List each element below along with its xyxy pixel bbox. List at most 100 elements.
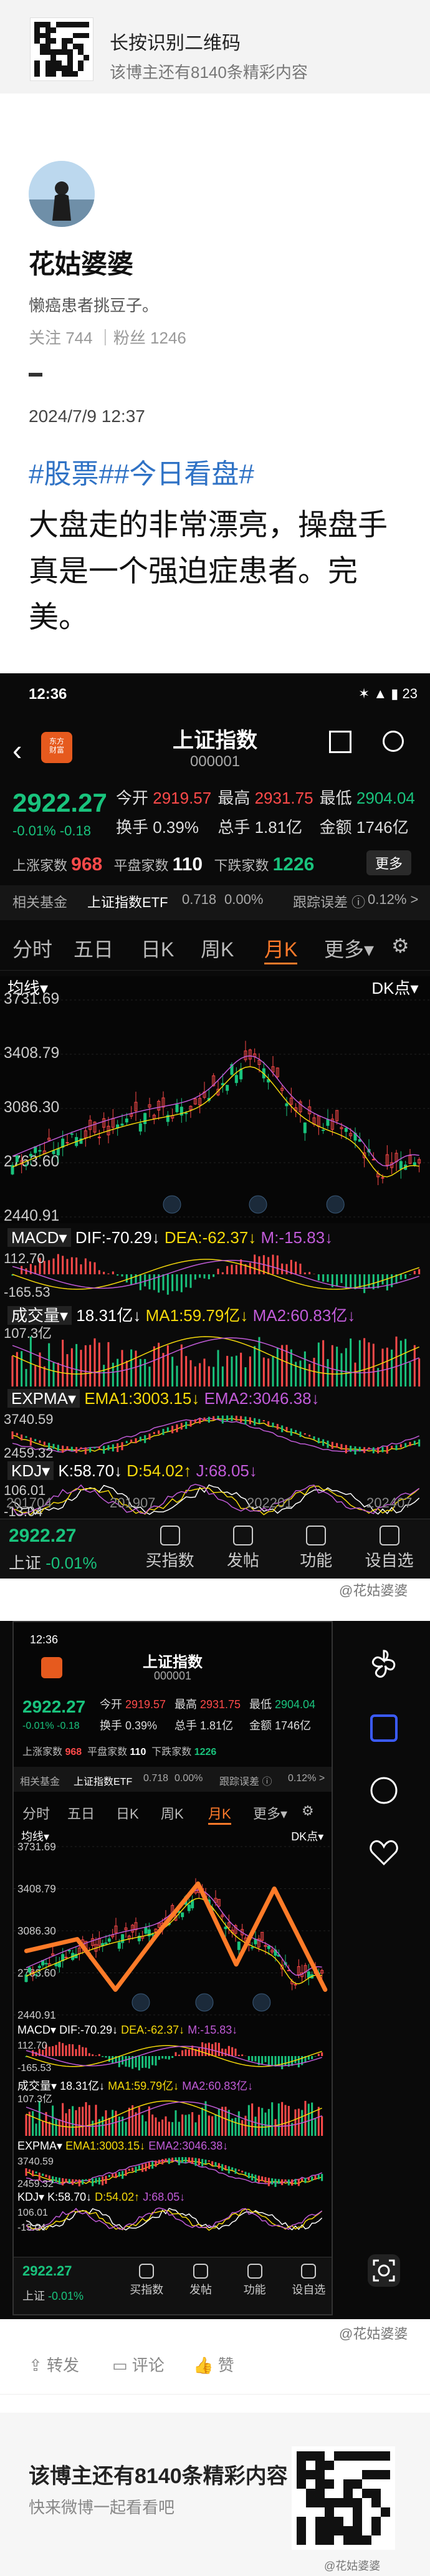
macd-bar (317, 1274, 320, 1281)
volume-bar (418, 1358, 421, 1387)
period-tab[interactable]: 日K (116, 1803, 139, 1823)
expma-candle (139, 1436, 141, 1442)
period-tab[interactable]: 周K (161, 1803, 184, 1823)
kline-chart[interactable]: 均线▾DK点▾3731.693408.793086.302763.602440.… (14, 1828, 332, 2021)
qr-module (84, 60, 89, 66)
nav-grid[interactable]: 功能 (288, 1526, 344, 1571)
candle-body (151, 1934, 155, 1936)
macd-bar (322, 1274, 325, 1282)
volume-bar (294, 2109, 297, 2136)
search-icon[interactable] (383, 731, 404, 752)
period-tab[interactable]: 五日 (74, 934, 113, 963)
qr-module (315, 2498, 325, 2507)
expma-candle (138, 2165, 140, 2170)
share-icon[interactable] (329, 731, 351, 753)
qr-code-large[interactable] (292, 2446, 395, 2550)
period-tab[interactable]: ⚙ (302, 1803, 314, 1819)
author-name[interactable]: 花姑婆婆 (29, 243, 133, 281)
expma-candle (331, 1441, 333, 1449)
period-tab[interactable]: 更多▾ (324, 934, 374, 963)
post-tags[interactable]: #股票##今日看盘# (29, 451, 254, 491)
macd-bar (125, 1274, 128, 1283)
expma-candle (148, 2162, 150, 2170)
expma-candle (178, 2157, 180, 2166)
volume-bar (178, 2122, 180, 2136)
macd-bar (277, 2056, 280, 2065)
like-button[interactable]: 👍 赞 (193, 2353, 234, 2376)
period-tab[interactable]: 周K (201, 934, 234, 963)
volume-bar (354, 1362, 356, 1387)
period-tab[interactable]: 日K (141, 934, 174, 963)
period-tab[interactable]: 月K (208, 1803, 231, 1825)
period-tab[interactable]: 分时 (12, 934, 52, 963)
macd-bar (235, 1264, 237, 1274)
expma-candle (55, 2177, 57, 2182)
period-tab[interactable]: 五日 (67, 1803, 95, 1823)
qr-module (62, 27, 67, 33)
square-icon[interactable] (364, 1708, 404, 1748)
stock-name: 上证指数 (173, 729, 257, 752)
expma-candle (161, 2159, 164, 2165)
circle-icon[interactable] (364, 1771, 404, 1810)
comment-label: 评论 (131, 2356, 165, 2375)
qr-module (67, 27, 73, 33)
related-fund-row[interactable]: 相关基金 上证指数ETF 0.718 0.00% 跟踪误差 ⓘ 0.12% > (14, 1767, 332, 1792)
volume-bar (189, 1360, 192, 1387)
qr-module (297, 2526, 306, 2535)
volume-bar (244, 1367, 247, 1387)
nav-plus-circle[interactable]: 设自选 (361, 1526, 418, 1571)
candle-body (413, 1162, 416, 1166)
volume-bar (327, 1359, 329, 1387)
expma-candle (231, 2167, 234, 2170)
nav-index[interactable]: 上证 -0.01% (9, 1550, 97, 1574)
qr-module (62, 60, 67, 66)
period-tab[interactable]: 分时 (22, 1803, 50, 1823)
nav-edit[interactable]: 发帖 (173, 2264, 229, 2297)
qr-module (343, 2489, 353, 2498)
screenshot-tool-icon[interactable] (364, 2251, 404, 2290)
volume-value: 18.31亿↓ (60, 2080, 105, 2092)
comment-button[interactable]: ▭ 评论 (112, 2353, 165, 2376)
repost-button[interactable]: ⇪ 转发 (29, 2353, 79, 2376)
flat-label: 平盘家数 (87, 1747, 128, 1757)
nav-edit[interactable]: 发帖 (215, 1526, 271, 1571)
candle-body (125, 1118, 128, 1123)
qr-code-small[interactable] (30, 17, 93, 81)
volume-bar (34, 1365, 37, 1387)
period-tab[interactable]: 月K (264, 934, 298, 964)
kline-marker (326, 1195, 345, 1214)
qr-module (297, 2489, 306, 2498)
period-tab[interactable]: ⚙ (391, 934, 409, 958)
flower-icon[interactable] (364, 1646, 404, 1686)
volume-bar (251, 2103, 254, 2136)
macd-bar (314, 2056, 317, 2057)
period-tab[interactable]: 更多▾ (253, 1803, 287, 1823)
index-change: -0.01% -0.18 (22, 1721, 80, 1731)
expma-label: EXPMA▾ (17, 2140, 63, 2152)
nav-chart[interactable]: 买指数 (142, 1526, 198, 1571)
more-button[interactable]: 更多 (366, 850, 412, 875)
nav-grid[interactable]: 功能 (227, 2264, 283, 2297)
expma-candle (391, 1446, 393, 1449)
qr-module (39, 54, 45, 60)
kdj-row: KDJ▾ K:58.70↓ D:54.02↑ J:68.05↓ (0, 1461, 430, 1481)
qr-module (78, 38, 84, 44)
quote-label: 最高 (217, 789, 251, 807)
macd-dea: DEA:-62.37↓ (164, 1228, 257, 1247)
expma-candle (317, 2175, 320, 2180)
heart-icon[interactable] (364, 1833, 404, 1873)
avatar[interactable] (29, 161, 95, 227)
nav-index[interactable]: 上证 -0.01% (22, 2287, 84, 2304)
expma-candle (168, 2158, 170, 2165)
kline-chart[interactable]: 均线▾DK点▾3731.693408.793086.302763.602440.… (0, 976, 430, 1224)
volume-bar (65, 2113, 67, 2136)
nav-plus-circle[interactable]: 设自选 (280, 2264, 332, 2297)
qr-module (371, 2526, 381, 2535)
nav-chart[interactable]: 买指数 (118, 2264, 174, 2297)
expma-candle (254, 1418, 256, 1426)
qr-module (50, 54, 57, 60)
macd-bar (272, 1254, 274, 1274)
qr-module (72, 38, 79, 44)
related-fund-row[interactable]: 相关基金 上证指数ETF 0.718 0.00% 跟踪误差 ⓘ 0.12% > (0, 885, 430, 920)
candle-body (239, 1069, 243, 1080)
